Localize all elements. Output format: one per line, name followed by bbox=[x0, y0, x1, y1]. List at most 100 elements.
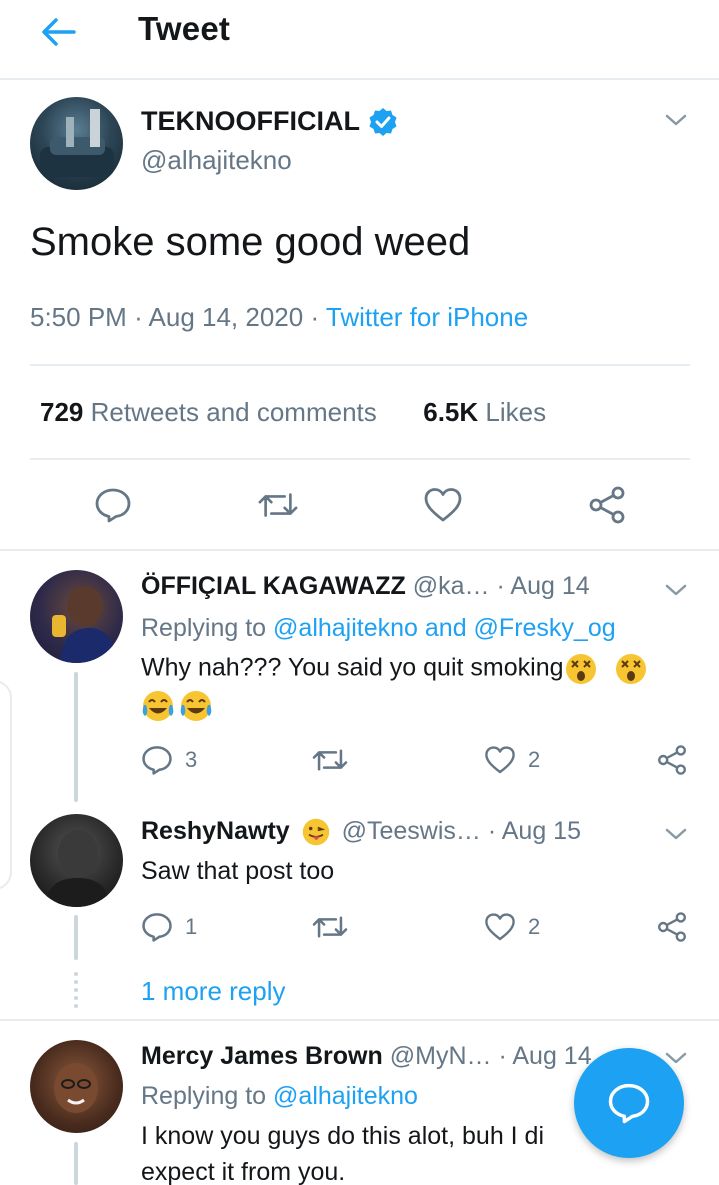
like-button[interactable] bbox=[423, 480, 463, 530]
likes-count: 6.5K bbox=[423, 397, 479, 427]
top-app-bar: Tweet bbox=[0, 0, 719, 80]
reply-text-line: expect it from you. bbox=[141, 1158, 346, 1185]
chevron-down-icon[interactable] bbox=[664, 822, 688, 846]
reply-header[interactable]: ReshyNawty @Teeswis… · Aug 15 bbox=[141, 817, 581, 847]
reply-icon bbox=[608, 1083, 650, 1124]
chevron-down-icon[interactable] bbox=[664, 108, 688, 132]
replying-to-users[interactable]: @alhajitekno bbox=[273, 1082, 418, 1110]
reply-author-handle: @ka… bbox=[412, 572, 490, 600]
meta-separator: · bbox=[134, 302, 149, 332]
reply-date: Aug 15 bbox=[501, 817, 581, 845]
divider bbox=[0, 1019, 719, 1021]
reply-count: 1 bbox=[185, 914, 198, 939]
reply-author-handle: @Teeswis… bbox=[341, 817, 481, 845]
likes-stat[interactable]: 6.5K Likes bbox=[423, 397, 546, 427]
like-button[interactable]: 2 bbox=[484, 907, 540, 947]
reply-author-name: ÖFFIÇIAL KAGAWAZZ bbox=[141, 572, 406, 600]
retweets-count: 729 bbox=[40, 397, 84, 427]
replying-to-label: Replying to bbox=[141, 1082, 267, 1110]
chevron-down-icon[interactable] bbox=[664, 578, 688, 602]
reply-avatar[interactable] bbox=[30, 814, 123, 907]
thread-dots bbox=[74, 972, 78, 1008]
retweets-stat[interactable]: 729 Retweets and comments bbox=[40, 397, 377, 427]
divider bbox=[30, 364, 690, 366]
back-button[interactable] bbox=[38, 14, 78, 50]
replying-to-users[interactable]: @alhajitekno and @Fresky_og bbox=[273, 614, 616, 642]
likes-label: Likes bbox=[485, 397, 547, 427]
reply-avatar[interactable] bbox=[30, 1040, 123, 1133]
tongue-out-emoji-icon bbox=[302, 819, 329, 846]
show-more-replies-link[interactable]: 1 more reply bbox=[141, 976, 286, 1007]
share-button[interactable] bbox=[656, 740, 688, 780]
retweet-button[interactable] bbox=[312, 740, 348, 780]
tears-of-joy-emoji-icon bbox=[142, 691, 174, 721]
heart-icon bbox=[485, 746, 515, 774]
reply-text: Saw that post too bbox=[141, 857, 335, 885]
retweets-label: Retweets and comments bbox=[90, 397, 377, 427]
reply-icon bbox=[142, 746, 172, 775]
share-icon bbox=[658, 745, 686, 775]
replying-to: Replying to @alhajitekno bbox=[141, 1082, 418, 1111]
reply-button[interactable]: 1 bbox=[141, 907, 197, 947]
page-title: Tweet bbox=[138, 10, 231, 47]
reply-actions: 1 2 bbox=[0, 907, 719, 947]
retweet-button[interactable] bbox=[312, 907, 348, 947]
reply-date: Aug 14 bbox=[510, 572, 590, 600]
reply-text-line: I know you guys do this alot, buh I di bbox=[141, 1122, 545, 1150]
arrow-left-icon bbox=[42, 18, 76, 46]
reply-author-handle: @MyN… bbox=[389, 1042, 492, 1070]
retweet-button[interactable] bbox=[258, 480, 298, 530]
reply-emoji-row bbox=[141, 689, 213, 723]
share-button[interactable] bbox=[656, 907, 688, 947]
share-icon bbox=[589, 486, 625, 524]
reply-text-row: Why nah??? You said yo quit smoking bbox=[141, 652, 648, 686]
reply-count: 3 bbox=[185, 747, 198, 772]
dizzy-face-emoji-icon bbox=[565, 654, 596, 684]
reply-avatar[interactable] bbox=[30, 570, 123, 663]
thread-line bbox=[74, 1142, 78, 1185]
tweet-text: Smoke some good weed bbox=[30, 220, 471, 264]
edge-panel-handle[interactable] bbox=[0, 680, 12, 890]
thread-line bbox=[74, 672, 78, 802]
share-button[interactable] bbox=[587, 480, 627, 530]
tweet-actions bbox=[0, 480, 719, 530]
replying-to: Replying to @alhajitekno and @Fresky_og bbox=[141, 614, 616, 643]
divider bbox=[30, 458, 690, 460]
author-name: TEKNOOFFICIAL bbox=[141, 106, 360, 136]
tweet-source-link[interactable]: Twitter for iPhone bbox=[326, 302, 528, 332]
reply-actions: 3 2 bbox=[0, 740, 719, 780]
tweet-meta: 5:50 PM · Aug 14, 2020 · Twitter for iPh… bbox=[30, 302, 528, 333]
heart-icon bbox=[485, 913, 515, 941]
compose-reply-fab[interactable] bbox=[574, 1048, 684, 1158]
verified-badge-icon bbox=[369, 107, 397, 136]
meta-separator: · bbox=[310, 302, 326, 332]
tweet-date: Aug 14, 2020 bbox=[148, 302, 304, 332]
heart-icon bbox=[424, 488, 462, 522]
reply-date-separator: · bbox=[496, 572, 511, 600]
reply-header[interactable]: Mercy James Brown @MyN… · Aug 14 bbox=[141, 1042, 592, 1071]
replying-to-label: Replying to bbox=[141, 614, 267, 642]
like-button[interactable]: 2 bbox=[484, 740, 540, 780]
reply-icon bbox=[95, 488, 131, 523]
reply-author-name: ReshyNawty bbox=[141, 817, 290, 845]
author-name-row[interactable]: TEKNOOFFICIAL bbox=[141, 106, 398, 137]
retweet-icon bbox=[312, 749, 348, 771]
divider bbox=[0, 549, 719, 551]
tears-of-joy-emoji-icon bbox=[180, 691, 212, 721]
tweet-time: 5:50 PM bbox=[30, 302, 127, 332]
dizzy-face-emoji-icon bbox=[615, 654, 646, 684]
reply-button[interactable] bbox=[93, 480, 133, 530]
share-icon bbox=[658, 912, 686, 942]
reply-date-separator: · bbox=[498, 1042, 513, 1070]
tweet-stats: 729 Retweets and comments 6.5K Likes bbox=[40, 397, 546, 428]
author-handle[interactable]: @alhajitekno bbox=[141, 145, 292, 176]
reply-icon bbox=[142, 913, 172, 942]
reply-header[interactable]: ÖFFIÇIAL KAGAWAZZ @ka… · Aug 14 bbox=[141, 572, 590, 601]
reply-text: Why nah??? You said yo quit smoking bbox=[141, 653, 564, 682]
author-avatar[interactable] bbox=[30, 97, 123, 190]
reply-date-separator: · bbox=[487, 817, 502, 845]
reply-button[interactable]: 3 bbox=[141, 740, 197, 780]
retweet-icon bbox=[258, 493, 298, 517]
like-count: 2 bbox=[528, 914, 541, 939]
retweet-icon bbox=[312, 916, 348, 938]
